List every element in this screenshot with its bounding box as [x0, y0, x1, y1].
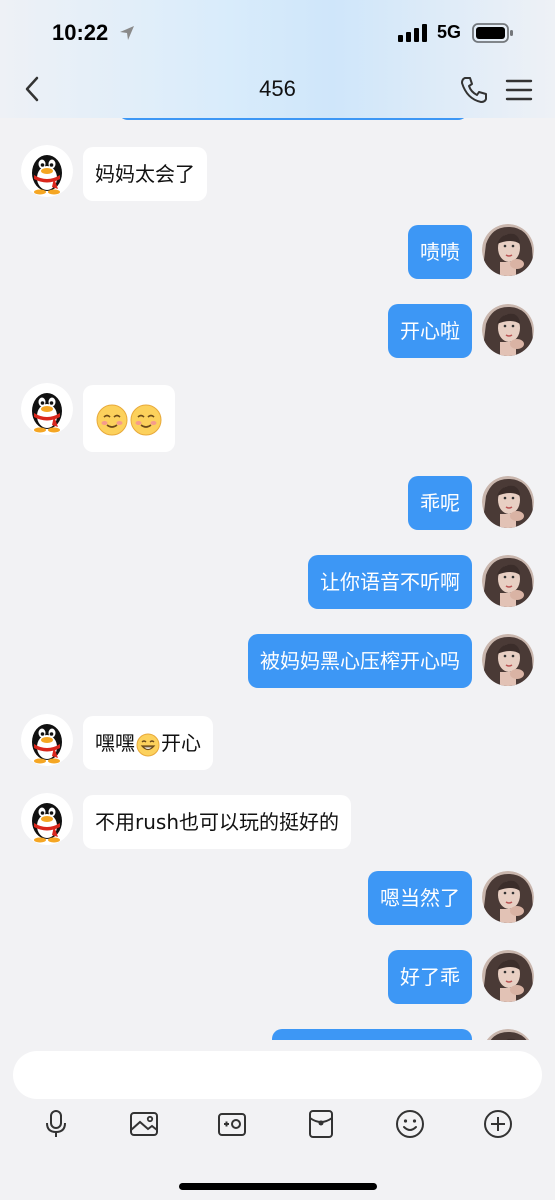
user-avatar[interactable]: [482, 304, 534, 356]
penguin-avatar[interactable]: [21, 714, 73, 766]
user-avatar[interactable]: [482, 224, 534, 276]
user-avatar[interactable]: [482, 555, 534, 607]
message-input[interactable]: [13, 1051, 542, 1099]
message-bubble[interactable]: 啧啧: [408, 225, 472, 279]
message-bubble[interactable]: 乖呢: [408, 476, 472, 530]
menu-icon[interactable]: [505, 78, 533, 102]
phone-icon[interactable]: [459, 75, 489, 105]
signal-icon: [398, 24, 427, 42]
status-time: 10:22: [52, 20, 109, 45]
message-text: 嘿嘿: [95, 731, 135, 755]
chat-header: 10:22 5G 456: [0, 0, 555, 118]
user-avatar[interactable]: [482, 871, 534, 923]
penguin-avatar[interactable]: [21, 793, 73, 845]
user-avatar[interactable]: [482, 634, 534, 686]
penguin-avatar[interactable]: [21, 383, 73, 435]
red-packet-icon[interactable]: [305, 1108, 337, 1140]
image-icon[interactable]: [128, 1108, 160, 1140]
home-indicator: [179, 1183, 377, 1190]
message-text: 开心: [161, 731, 201, 755]
grinning-emoji-icon: [136, 733, 160, 757]
plus-icon[interactable]: [482, 1108, 514, 1140]
battery-icon: [472, 23, 513, 43]
message-bubble[interactable]: 好了乖: [388, 950, 472, 1004]
message-bubble[interactable]: 嗯当然了: [368, 871, 472, 925]
location-arrow-icon: [120, 26, 134, 40]
message-bubble[interactable]: 不用rush也可以玩的挺好的: [83, 795, 351, 849]
smiling-blush-emoji-icon: [96, 404, 128, 436]
emoji-icon[interactable]: [394, 1108, 426, 1140]
smiling-blush-emoji-icon: [130, 404, 162, 436]
camera-icon[interactable]: [216, 1108, 248, 1140]
message-bubble[interactable]: 嘿嘿 开心: [83, 716, 213, 770]
message-bubble[interactable]: 妈妈太会了: [83, 147, 207, 201]
message-bubble[interactable]: 让你语音不听啊: [308, 555, 472, 609]
user-avatar[interactable]: [482, 476, 534, 528]
emoji-message-bubble[interactable]: [83, 385, 175, 452]
message-bubble[interactable]: 开心啦: [388, 304, 472, 358]
network-label: 5G: [437, 22, 462, 42]
message-bubble[interactable]: 被妈妈黑心压榨开心吗: [248, 634, 472, 688]
microphone-icon[interactable]: [40, 1108, 72, 1140]
penguin-avatar[interactable]: [21, 145, 73, 197]
user-avatar[interactable]: [482, 950, 534, 1002]
input-area: [0, 1040, 555, 1200]
